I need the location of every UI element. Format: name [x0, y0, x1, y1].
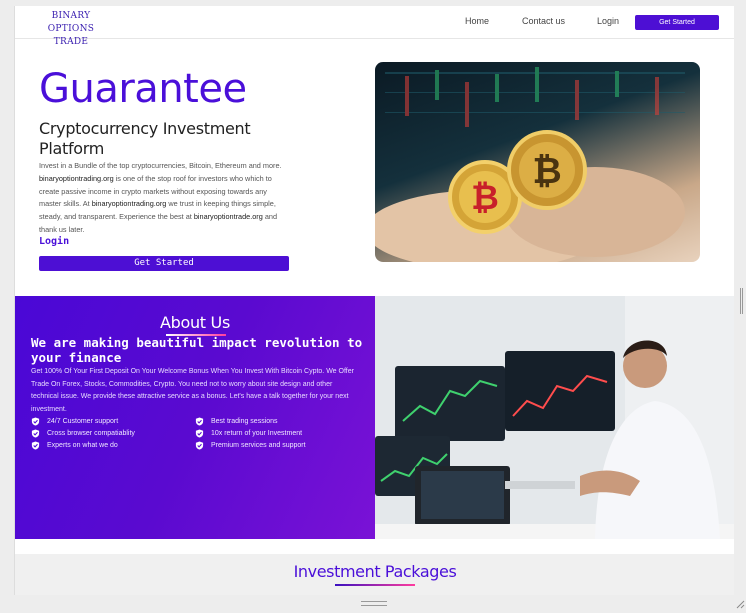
svg-text:₿: ₿	[471, 178, 499, 218]
check-shield-icon	[31, 429, 40, 438]
hero-title: Guarantee	[39, 66, 247, 112]
scrollbar-grip[interactable]	[740, 288, 743, 314]
site-link[interactable]: binaryoptiontrade.org	[194, 212, 263, 221]
check-shield-icon	[195, 417, 204, 426]
logo-line-2: OPTIONS TRADE	[47, 24, 95, 47]
nav-link-contact[interactable]: Contact us	[522, 16, 565, 26]
about-headline: We are making beautiful impact revolutio…	[31, 335, 363, 365]
about-section: About Us We are making beautiful impact …	[15, 296, 375, 539]
trader-image	[375, 296, 734, 539]
nav-get-started-button[interactable]: Get Started	[635, 15, 719, 30]
nav-link-home[interactable]: Home	[465, 16, 489, 26]
check-shield-icon	[31, 417, 40, 426]
about-title: About Us	[159, 313, 231, 332]
bitcoin-hero-image: ₿ ₿	[375, 62, 700, 262]
about-description: Get 100% Of Your First Deposit On Your W…	[31, 368, 354, 413]
site-link[interactable]: binaryoptiontrading.org	[39, 174, 114, 183]
top-nav: BINARY OPTIONS TRADE Home Contact us Log…	[15, 6, 734, 47]
site-logo[interactable]: BINARY OPTIONS TRADE	[31, 10, 111, 49]
hero-subtitle: Cryptocurrency Investment Platform	[39, 119, 251, 158]
svg-text:₿: ₿	[532, 151, 561, 192]
packages-title-underline	[335, 584, 415, 586]
packages-title: Investment Packages	[293, 562, 457, 581]
check-shield-icon	[31, 441, 40, 450]
hero-description: Invest in a Bundle of the top cryptocurr…	[39, 161, 282, 234]
site-link[interactable]: binaryoptiontrading.org	[92, 199, 167, 208]
resize-corner-icon[interactable]	[736, 600, 745, 609]
packages-section: Investment Packages	[15, 554, 734, 595]
logo-line-1: BINARY	[51, 11, 91, 21]
nav-link-login[interactable]: Login	[597, 16, 619, 26]
hero-login-link[interactable]: Login	[39, 236, 69, 247]
webpage: BINARY OPTIONS TRADE Home Contact us Log…	[14, 6, 734, 595]
check-shield-icon	[195, 441, 204, 450]
check-shield-icon	[195, 429, 204, 438]
hero-get-started-button[interactable]: Get Started	[39, 256, 289, 271]
drag-handle[interactable]	[361, 601, 387, 606]
